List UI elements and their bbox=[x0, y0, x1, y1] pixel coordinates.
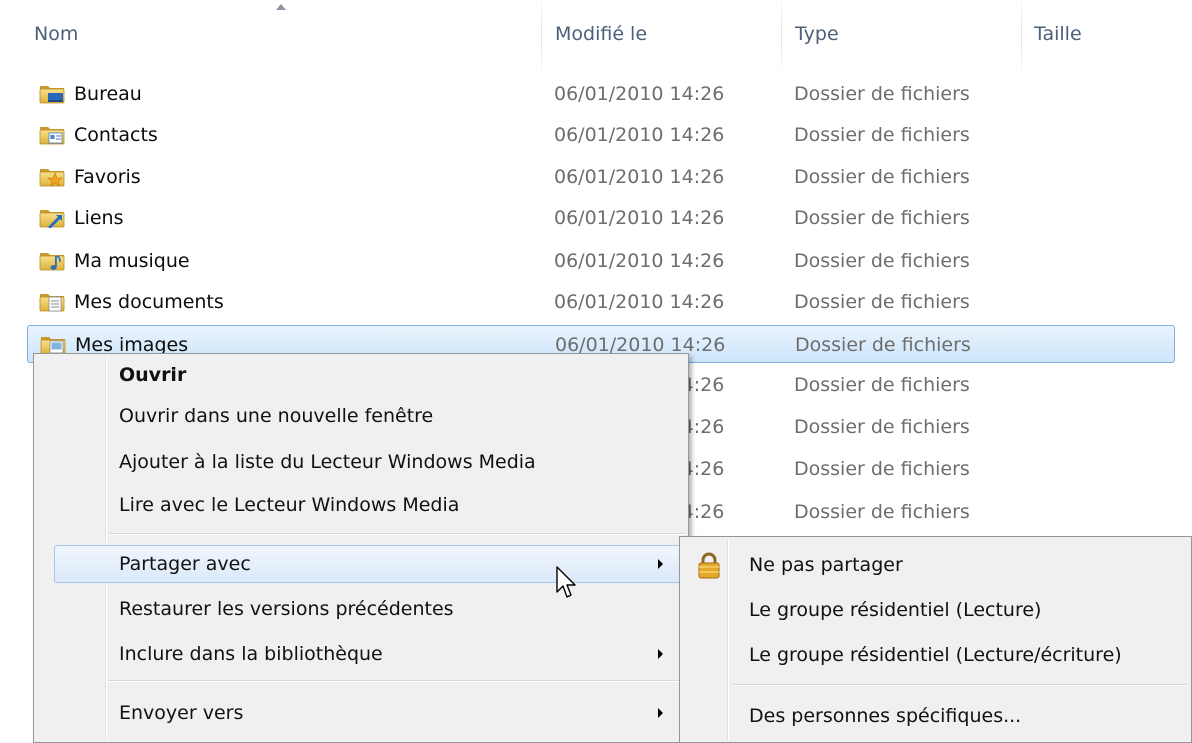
submenu-item-homegroup-read-write[interactable]: Le groupe résidentiel (Lecture/écriture) bbox=[682, 635, 1189, 675]
mouse-cursor-icon bbox=[556, 566, 576, 598]
file-modified: 06/01/2010 14:26 bbox=[554, 291, 725, 313]
lock-icon bbox=[698, 552, 720, 579]
music-folder-icon bbox=[39, 251, 65, 271]
submenu-item-label: Des personnes spécifiques... bbox=[749, 705, 1022, 727]
submenu-item-label: Le groupe résidentiel (Lecture/écriture) bbox=[749, 644, 1122, 666]
menu-separator bbox=[733, 684, 1187, 686]
file-row[interactable]: Ma musique 06/01/2010 14:26 Dossier de f… bbox=[27, 242, 1175, 280]
menu-item-label: Lire avec le Lecteur Windows Media bbox=[119, 494, 460, 516]
desktop-folder-icon bbox=[39, 84, 65, 104]
file-type: Dossier de fichiers bbox=[794, 458, 970, 480]
column-divider[interactable] bbox=[541, 4, 542, 68]
links-folder-icon bbox=[39, 208, 65, 228]
menu-item-label: Envoyer vers bbox=[119, 702, 244, 724]
sort-ascending-icon bbox=[276, 4, 286, 10]
column-header-size[interactable]: Taille bbox=[1034, 0, 1082, 68]
file-row[interactable]: Contacts 06/01/2010 14:26 Dossier de fic… bbox=[27, 116, 1175, 154]
menu-item-label: Inclure dans la bibliothèque bbox=[119, 643, 383, 665]
menu-item-label: Ouvrir dans une nouvelle fenêtre bbox=[119, 405, 434, 427]
menu-item-label: Ajouter à la liste du Lecteur Windows Me… bbox=[119, 451, 536, 473]
menu-separator bbox=[109, 533, 684, 535]
file-type: Dossier de fichiers bbox=[794, 166, 970, 188]
file-modified: 06/01/2010 14:26 bbox=[554, 166, 725, 188]
file-type: Dossier de fichiers bbox=[794, 124, 970, 146]
file-modified: 06/01/2010 14:26 bbox=[554, 250, 725, 272]
file-name: Contacts bbox=[74, 124, 158, 146]
menu-item-send-to[interactable]: Envoyer vers bbox=[54, 694, 684, 732]
file-modified: 06/01/2010 14:26 bbox=[554, 83, 725, 105]
submenu-item-do-not-share[interactable]: Ne pas partager bbox=[682, 545, 1189, 585]
column-header: Nom Modifié le Type Taille bbox=[0, 0, 1192, 68]
file-modified: 06/01/2010 14:26 bbox=[554, 207, 725, 229]
share-with-submenu: Ne pas partager Le groupe résidentiel (L… bbox=[679, 536, 1192, 743]
file-row[interactable]: Mes documents 06/01/2010 14:26 Dossier d… bbox=[27, 283, 1175, 321]
file-type: Dossier de fichiers bbox=[794, 291, 970, 313]
column-header-modified[interactable]: Modifié le bbox=[555, 0, 647, 68]
context-menu: Ouvrir Ouvrir dans une nouvelle fenêtre … bbox=[33, 353, 689, 743]
file-row[interactable]: Favoris 06/01/2010 14:26 Dossier de fich… bbox=[27, 158, 1175, 196]
file-name: Favoris bbox=[74, 166, 141, 188]
column-header-name[interactable]: Nom bbox=[34, 0, 78, 68]
menu-item-add-to-wmp-list[interactable]: Ajouter à la liste du Lecteur Windows Me… bbox=[54, 443, 684, 481]
file-row[interactable]: Bureau 06/01/2010 14:26 Dossier de fichi… bbox=[27, 75, 1175, 113]
submenu-item-homegroup-read[interactable]: Le groupe résidentiel (Lecture) bbox=[682, 590, 1189, 630]
menu-item-open-new-window[interactable]: Ouvrir dans une nouvelle fenêtre bbox=[54, 397, 684, 435]
menu-item-play-with-wmp[interactable]: Lire avec le Lecteur Windows Media bbox=[54, 486, 684, 524]
submenu-item-label: Ne pas partager bbox=[749, 554, 903, 576]
file-type: Dossier de fichiers bbox=[794, 501, 970, 523]
file-name: Ma musique bbox=[74, 250, 190, 272]
menu-item-share-with[interactable]: Partager avec bbox=[54, 545, 684, 583]
file-row[interactable]: Liens 06/01/2010 14:26 Dossier de fichie… bbox=[27, 199, 1175, 237]
menu-item-label: Partager avec bbox=[119, 553, 251, 575]
submenu-item-specific-people[interactable]: Des personnes spécifiques... bbox=[682, 696, 1189, 736]
menu-item-label: Ouvrir bbox=[119, 364, 187, 386]
file-type: Dossier de fichiers bbox=[794, 374, 970, 396]
file-type: Dossier de fichiers bbox=[794, 83, 970, 105]
menu-item-open[interactable]: Ouvrir bbox=[54, 356, 684, 394]
menu-separator bbox=[109, 680, 684, 682]
file-name: Bureau bbox=[74, 83, 142, 105]
column-divider[interactable] bbox=[1021, 4, 1022, 68]
column-header-type[interactable]: Type bbox=[795, 0, 839, 68]
menu-item-label: Restaurer les versions précédentes bbox=[119, 598, 454, 620]
file-name: Mes documents bbox=[74, 291, 224, 313]
submenu-arrow-icon bbox=[658, 708, 663, 718]
submenu-arrow-icon bbox=[658, 649, 663, 659]
file-name: Liens bbox=[74, 207, 124, 229]
file-type: Dossier de fichiers bbox=[794, 250, 970, 272]
file-modified: 06/01/2010 14:26 bbox=[554, 124, 725, 146]
favorites-folder-icon bbox=[39, 167, 65, 187]
menu-item-include-in-library[interactable]: Inclure dans la bibliothèque bbox=[54, 635, 684, 673]
file-type: Dossier de fichiers bbox=[795, 334, 971, 356]
submenu-item-label: Le groupe résidentiel (Lecture) bbox=[749, 599, 1042, 621]
contacts-folder-icon bbox=[39, 125, 65, 145]
file-type: Dossier de fichiers bbox=[794, 416, 970, 438]
submenu-arrow-icon bbox=[658, 559, 663, 569]
documents-folder-icon bbox=[39, 292, 65, 312]
column-divider[interactable] bbox=[781, 4, 782, 68]
pictures-folder-icon bbox=[40, 335, 66, 355]
file-type: Dossier de fichiers bbox=[794, 207, 970, 229]
menu-item-restore-previous-versions[interactable]: Restaurer les versions précédentes bbox=[54, 590, 684, 628]
